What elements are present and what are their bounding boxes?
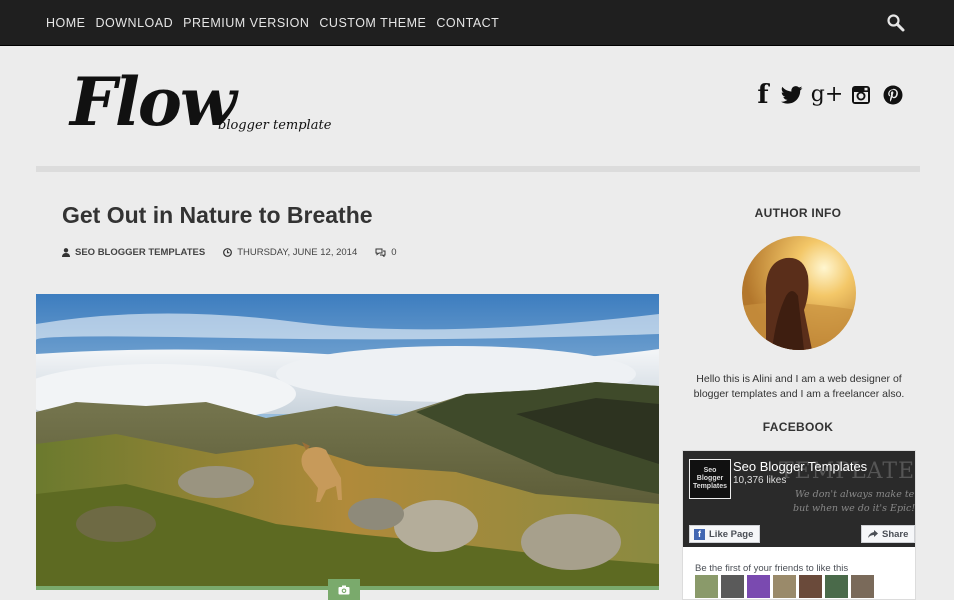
author-info-heading: AUTHOR INFO — [754, 206, 842, 220]
share-icon — [868, 530, 878, 538]
twitter-icon[interactable] — [780, 82, 804, 108]
social-icons: f g+ — [756, 82, 914, 108]
post-date: THURSDAY, JUNE 12, 2014 — [223, 247, 357, 258]
friend-avatar[interactable] — [695, 575, 718, 598]
friend-avatars — [695, 575, 877, 598]
user-icon — [62, 247, 70, 257]
author-avatar — [742, 236, 856, 350]
post-comments[interactable]: 0 — [375, 246, 397, 258]
cover-line-2: but when we do it's Epic! — [793, 503, 916, 514]
facebook-cover[interactable]: TEMPLATES We don't always make templates… — [683, 451, 916, 547]
clock-icon — [223, 247, 233, 257]
thumb-line-1: Seo — [703, 467, 717, 474]
author-bio: Hello this is Alini and I am a web desig… — [693, 373, 905, 400]
post-featured-image[interactable] — [36, 294, 659, 586]
friend-avatar[interactable] — [721, 575, 744, 598]
friend-avatar[interactable] — [825, 575, 848, 598]
comments-icon — [375, 248, 386, 257]
search-icon[interactable] — [886, 13, 906, 33]
post-date-text: THURSDAY, JUNE 12, 2014 — [237, 246, 358, 258]
facebook-icon[interactable]: f — [756, 82, 770, 108]
post-author-name: SEO BLOGGER TEMPLATES — [75, 246, 206, 258]
facebook-like-count: 10,376 likes — [733, 475, 787, 486]
nav-item-premium-version[interactable]: PREMIUM VERSION — [183, 16, 309, 30]
post-meta: SEO BLOGGER TEMPLATES THURSDAY, JUNE 12,… — [62, 245, 397, 259]
logo-tagline: blogger template — [218, 118, 332, 133]
nav-menu: HOME DOWNLOAD PREMIUM VERSION CUSTOM THE… — [46, 0, 509, 46]
post-author[interactable]: SEO BLOGGER TEMPLATES — [62, 247, 205, 258]
google-plus-icon[interactable]: g+ — [811, 82, 844, 108]
share-button[interactable]: Share — [861, 525, 915, 543]
like-page-button[interactable]: f Like Page — [689, 525, 761, 543]
post-comment-count: 0 — [391, 246, 397, 258]
post-title[interactable]: Get Out in Nature to Breathe — [62, 202, 373, 229]
friend-avatar[interactable] — [851, 575, 874, 598]
friend-avatar[interactable] — [799, 575, 822, 598]
facebook-heading: FACEBOOK — [762, 420, 834, 434]
friend-avatar[interactable] — [747, 575, 770, 598]
facebook-page-widget: TEMPLATES We don't always make templates… — [682, 450, 916, 600]
nav-item-custom-theme[interactable]: CUSTOM THEME — [319, 16, 426, 30]
facebook-page-thumbnail[interactable]: Seo Blogger Templates — [689, 459, 731, 499]
facebook-logo-icon: f — [694, 528, 705, 540]
header-divider — [36, 166, 920, 172]
instagram-icon[interactable] — [850, 82, 872, 108]
facebook-page-name[interactable]: Seo Blogger Templates — [733, 459, 867, 474]
camera-icon[interactable] — [328, 579, 360, 600]
site-logo[interactable]: Flow blogger template — [70, 62, 332, 148]
nav-item-download[interactable]: DOWNLOAD — [96, 16, 174, 30]
cover-line-1: We don't always make templates — [795, 489, 915, 500]
nav-item-contact[interactable]: CONTACT — [436, 16, 499, 30]
top-navigation-bar: HOME DOWNLOAD PREMIUM VERSION CUSTOM THE… — [0, 0, 954, 46]
like-page-label: Like Page — [709, 528, 754, 540]
friends-like-text: Be the first of your friends to like thi… — [695, 563, 849, 574]
thumb-line-3: Templates — [692, 483, 728, 490]
logo-title: Flow — [70, 63, 237, 141]
friend-avatar[interactable] — [773, 575, 796, 598]
nav-item-home[interactable]: HOME — [46, 16, 86, 30]
share-label: Share — [882, 528, 909, 540]
thumb-line-2: Blogger — [696, 475, 724, 482]
pinterest-icon[interactable] — [882, 82, 904, 108]
